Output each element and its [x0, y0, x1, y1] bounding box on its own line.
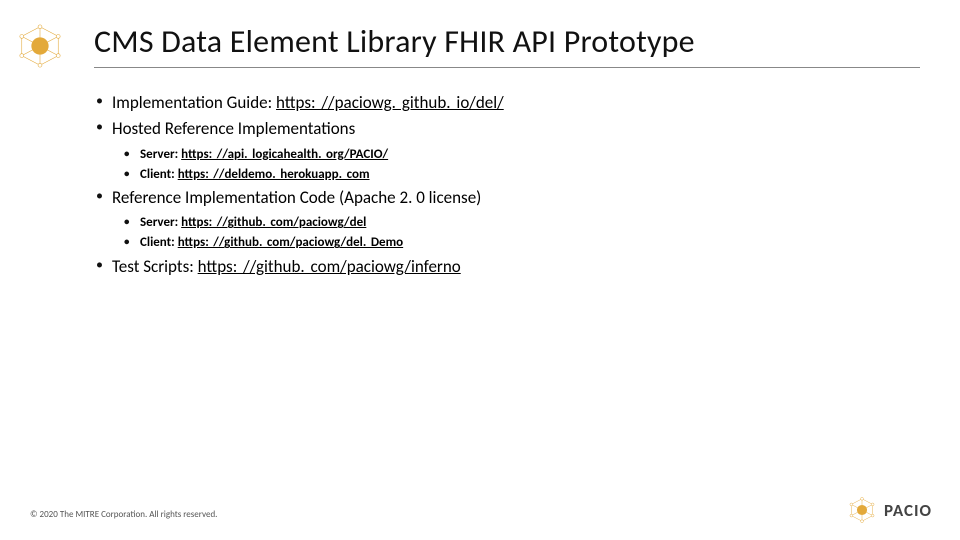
link-implementation-guide[interactable]: https: //paciowg. github. io/del/: [276, 92, 504, 113]
label: Reference Implementation Code (Apache 2.…: [112, 187, 481, 208]
content-list: Implementation Guide: https: //paciowg. …: [94, 90, 900, 280]
brand-name: PACIO: [884, 500, 932, 521]
sub-bullet-server-hosted: Server: https: //api. logicahealth. org/…: [122, 145, 900, 165]
label: Client:: [140, 167, 178, 182]
label: Implementation Guide:: [112, 92, 276, 113]
sub-bullet-client-hosted: Client: https: //deldemo. herokuapp. com: [122, 165, 900, 185]
label: Server:: [140, 147, 181, 162]
link-client-code[interactable]: https: //github. com/paciowg/del. Demo: [178, 235, 403, 250]
label: Server:: [140, 215, 181, 230]
pacio-logo-top: [16, 22, 64, 70]
hexagon-network-icon: [848, 496, 876, 524]
link-server-code[interactable]: https: //github. com/paciowg/del: [181, 215, 366, 230]
page-title: CMS Data Element Library FHIR API Protot…: [94, 22, 920, 68]
bullet-hosted-reference: Hosted Reference Implementations Server:…: [94, 116, 900, 185]
pacio-logo-bottom: PACIO: [848, 496, 932, 524]
sub-bullet-client-code: Client: https: //github. com/paciowg/del…: [122, 233, 900, 253]
slide: CMS Data Element Library FHIR API Protot…: [0, 0, 960, 540]
title-wrap: CMS Data Element Library FHIR API Protot…: [94, 22, 920, 68]
link-server-hosted[interactable]: https: //api. logicahealth. org/PACIO/: [181, 147, 388, 162]
footer-copyright: © 2020 The MITRE Corporation. All rights…: [30, 509, 217, 520]
link-client-hosted[interactable]: https: //deldemo. herokuapp. com: [178, 167, 370, 182]
label: Hosted Reference Implementations: [112, 118, 355, 139]
bullet-test-scripts: Test Scripts: https: //github. com/pacio…: [94, 254, 900, 280]
hexagon-network-icon: [16, 22, 64, 70]
bullet-implementation-guide: Implementation Guide: https: //paciowg. …: [94, 90, 900, 116]
label: Test Scripts:: [112, 256, 198, 277]
bullet-reference-code: Reference Implementation Code (Apache 2.…: [94, 185, 900, 254]
link-test-scripts[interactable]: https: //github. com/paciowg/inferno: [198, 256, 461, 277]
sub-bullet-server-code: Server: https: //github. com/paciowg/del: [122, 213, 900, 233]
label: Client:: [140, 235, 178, 250]
